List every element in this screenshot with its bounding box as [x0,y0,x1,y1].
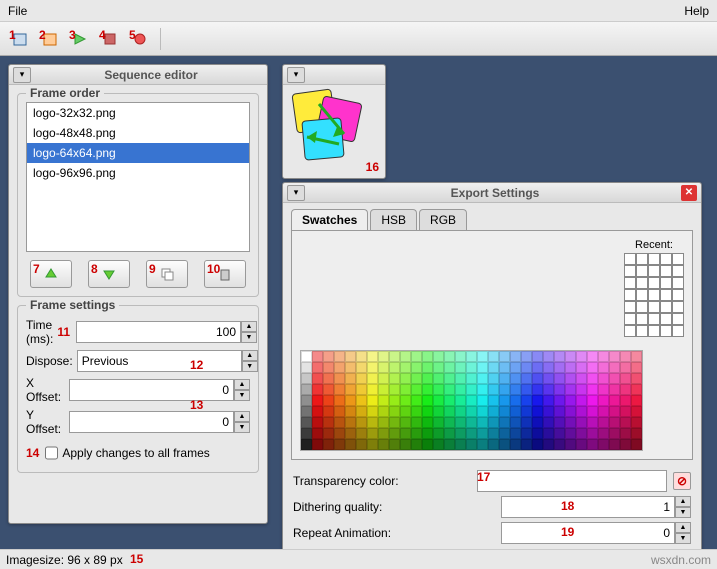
menu-file[interactable]: File [8,4,27,18]
frame-order-group: Frame order logo-32x32.pnglogo-48x48.png… [17,93,259,297]
toolbar-btn-3[interactable]: 3 [66,26,94,52]
delete-button[interactable]: 10 [204,260,246,288]
panel-title: Sequence editor [35,68,267,82]
tab-swatches[interactable]: Swatches [291,209,368,230]
repeat-label: Repeat Animation: [293,526,495,540]
preview-image [289,89,379,173]
recent-grid[interactable] [624,253,684,337]
dithering-spinner[interactable]: ▲▼ [675,496,691,518]
panel-title: Export Settings [309,186,681,200]
toolbar-btn-5[interactable]: 5 [126,26,154,52]
apply-all-checkbox[interactable] [45,446,58,460]
list-item[interactable]: logo-96x96.png [27,163,249,183]
list-item[interactable]: logo-32x32.png [27,103,249,123]
list-item[interactable]: logo-64x64.png [27,143,249,163]
panel-header: ▾ Export Settings ✕ [283,183,701,203]
clear-color-icon[interactable]: ⊘ [673,472,691,490]
tab-hsb[interactable]: HSB [370,209,417,230]
time-spinner[interactable]: ▲▼ [241,321,257,343]
transparency-label: Transparency color: [293,474,471,488]
panel-header: ▾ Sequence editor [9,65,267,85]
frame-order-title: Frame order [26,86,104,100]
collapse-icon[interactable]: ▾ [287,185,305,201]
apply-all-label: Apply changes to all frames [62,446,209,460]
dithering-input[interactable] [501,496,675,518]
panel-header: ▾ [283,65,385,85]
statusbar: Imagesize: 96 x 89 px 15 wsxdn.com [0,549,717,569]
preview-panel: ▾ 16 [282,64,386,179]
annotation-14: 14 [26,446,39,460]
xoffset-input[interactable] [69,379,234,401]
time-label: Time (ms): [26,318,53,346]
xoffset-label: X Offset: [26,376,65,404]
dispose-spinner[interactable]: ▲▼ [242,350,258,372]
frame-settings-group: Frame settings Time (ms): 11 ▲▼ Dispose:… [17,305,259,473]
copy-button[interactable]: 9 [146,260,188,288]
collapse-icon[interactable]: ▾ [287,67,305,83]
toolbar-btn-2[interactable]: 2 [36,26,64,52]
frame-buttons: 7 8 9 10 [26,260,250,288]
tab-rgb[interactable]: RGB [419,209,467,230]
list-item[interactable]: logo-48x48.png [27,123,249,143]
watermark: wsxdn.com [651,553,711,567]
move-up-button[interactable]: 7 [30,260,72,288]
export-settings-panel: ▾ Export Settings ✕ Swatches HSB RGB Rec… [282,182,702,552]
annotation-17: 17 [477,470,490,484]
repeat-spinner[interactable]: ▲▼ [675,522,691,544]
toolbar-btn-4[interactable]: 4 [96,26,124,52]
move-down-button[interactable]: 8 [88,260,130,288]
menu-help[interactable]: Help [684,4,709,18]
toolbar-btn-1[interactable]: 1 [6,26,34,52]
toolbar-separator [160,28,161,50]
menubar: File Help [0,0,717,22]
frame-settings-title: Frame settings [26,298,119,312]
imagesize-label: Imagesize: 96 x 89 px [6,553,123,567]
dispose-label: Dispose: [26,354,73,368]
dispose-select[interactable] [77,350,242,372]
toolbar: 1 2 3 4 5 [0,22,717,56]
dithering-label: Dithering quality: [293,500,495,514]
xoffset-spinner[interactable]: ▲▼ [234,379,250,401]
recent-colors: Recent: [624,239,684,337]
yoffset-spinner[interactable]: ▲▼ [234,411,250,433]
annotation-11: 11 [57,325,70,339]
color-swatches[interactable] [300,350,643,451]
close-icon[interactable]: ✕ [681,185,697,201]
swatches-body: Recent: [291,230,693,460]
time-input[interactable] [76,321,241,343]
color-tabs: Swatches HSB RGB [283,203,701,230]
yoffset-label: Y Offset: [26,408,65,436]
workspace: ▾ Sequence editor Frame order logo-32x32… [0,56,717,549]
transparency-input[interactable] [477,470,667,492]
recent-label: Recent: [624,239,684,251]
sequence-editor-panel: ▾ Sequence editor Frame order logo-32x32… [8,64,268,524]
annotation-15: 15 [130,552,143,566]
frame-listbox[interactable]: logo-32x32.pnglogo-48x48.pnglogo-64x64.p… [26,102,250,252]
collapse-icon[interactable]: ▾ [13,67,31,83]
yoffset-input[interactable] [69,411,234,433]
repeat-input[interactable] [501,522,675,544]
